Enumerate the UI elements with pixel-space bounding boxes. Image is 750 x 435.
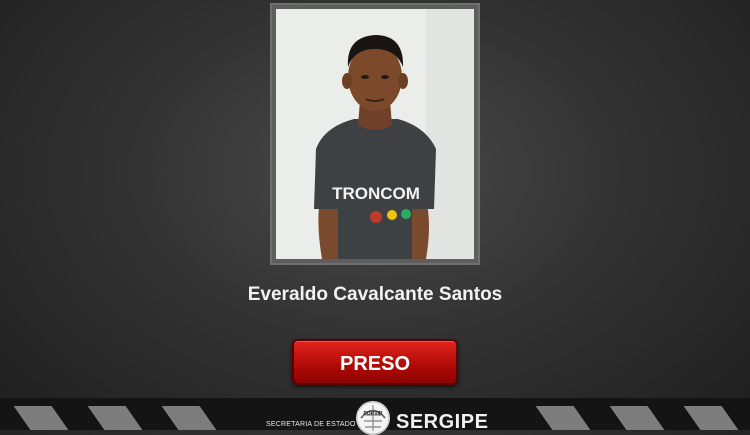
shirt-print-text: TRONCOM	[332, 184, 420, 203]
status-preso-button[interactable]: PRESO	[292, 339, 458, 385]
footer-stripe	[683, 406, 739, 430]
suspect-name: Everaldo Cavalcante Santos	[247, 284, 503, 305]
suspect-photo: TRONCOM	[276, 9, 474, 259]
suspect-photo-illustration: TRONCOM	[276, 9, 474, 259]
seal-text: PORVIR	[363, 411, 383, 417]
footer-stripe	[13, 406, 69, 430]
footer-stripe	[87, 406, 143, 430]
state-name-logo-text: SERGIPE	[396, 411, 489, 433]
footer-stripe	[609, 406, 665, 430]
secretaria-label: SECRETARIA DE ESTADO	[266, 421, 356, 428]
suspect-photo-frame: TRONCOM	[270, 3, 480, 265]
footer-stripe	[535, 406, 591, 430]
footer-stripe	[161, 406, 217, 430]
